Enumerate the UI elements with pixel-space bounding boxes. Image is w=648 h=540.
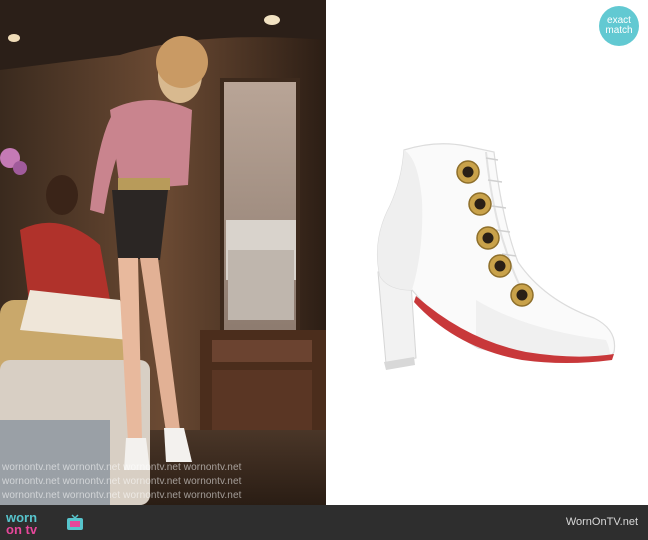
site-name: WornOnTV.net bbox=[565, 516, 638, 528]
jewel-button-icon bbox=[488, 254, 512, 278]
jewel-button-icon bbox=[468, 192, 492, 216]
jewel-button-icon bbox=[476, 226, 500, 250]
jewel-button-icon bbox=[456, 160, 480, 184]
watermark-line: wornontv.net wornontv.net wornontv.net w… bbox=[2, 462, 242, 473]
watermark-line: wornontv.net wornontv.net wornontv.net w… bbox=[2, 490, 242, 501]
tv-icon bbox=[67, 514, 83, 530]
white-ankle-boot-image bbox=[376, 143, 616, 370]
watermark-line: wornontv.net wornontv.net wornontv.net w… bbox=[2, 476, 242, 487]
badge-line-2: match bbox=[605, 25, 633, 36]
scene-illustration bbox=[0, 0, 326, 505]
exact-match-badge: exact match bbox=[599, 6, 639, 46]
jewel-button-icon bbox=[510, 283, 534, 307]
logo-word-on-tv: on tv bbox=[6, 522, 38, 537]
site-logo[interactable]: worn on tv bbox=[6, 510, 86, 537]
product-panel bbox=[326, 0, 648, 505]
footer-bar: worn on tv WornOnTV.net bbox=[0, 505, 648, 540]
scene-photo: wornontv.net wornontv.net wornontv.net w… bbox=[0, 0, 326, 505]
